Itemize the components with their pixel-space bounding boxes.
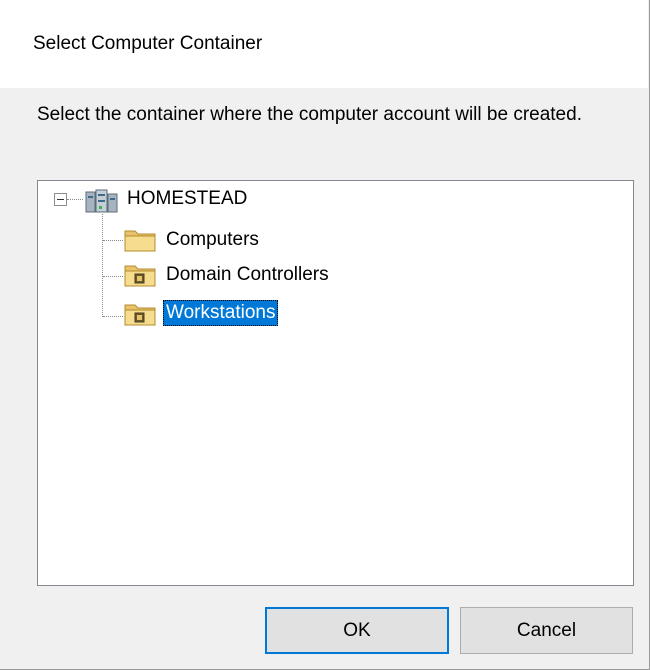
dialog-title-bar: Select Computer Container [0,0,648,88]
tree-connector [67,199,83,200]
tree-node-label: Workstations [163,300,279,326]
tree-node-workstations[interactable]: Workstations [163,298,279,328]
tree-connector [102,214,103,317]
cancel-button[interactable]: Cancel [460,607,633,654]
folder-icon [123,227,159,253]
tree-node-homestead[interactable]: HOMESTEAD [124,184,250,214]
tree-node-computers[interactable]: Computers [163,225,262,255]
domain-icon [84,188,120,214]
tree-node-domain-controllers[interactable]: Domain Controllers [163,260,332,290]
collapse-toggle[interactable] [54,193,67,206]
tree-node-label: Domain Controllers [166,264,329,285]
tree-node-label: HOMESTEAD [127,188,248,209]
ou-folder-icon [123,262,159,288]
ok-button[interactable]: OK [265,607,449,654]
select-computer-container-dialog: Select Computer Container Select the con… [0,0,650,670]
tree-node-label: Computers [166,229,259,250]
instruction-text: Select the container where the computer … [37,104,582,125]
tree-connector [103,276,123,277]
ou-folder-icon [123,301,159,327]
tree-connector [103,240,123,241]
tree-connector [103,316,123,317]
dialog-title: Select Computer Container [33,33,263,54]
